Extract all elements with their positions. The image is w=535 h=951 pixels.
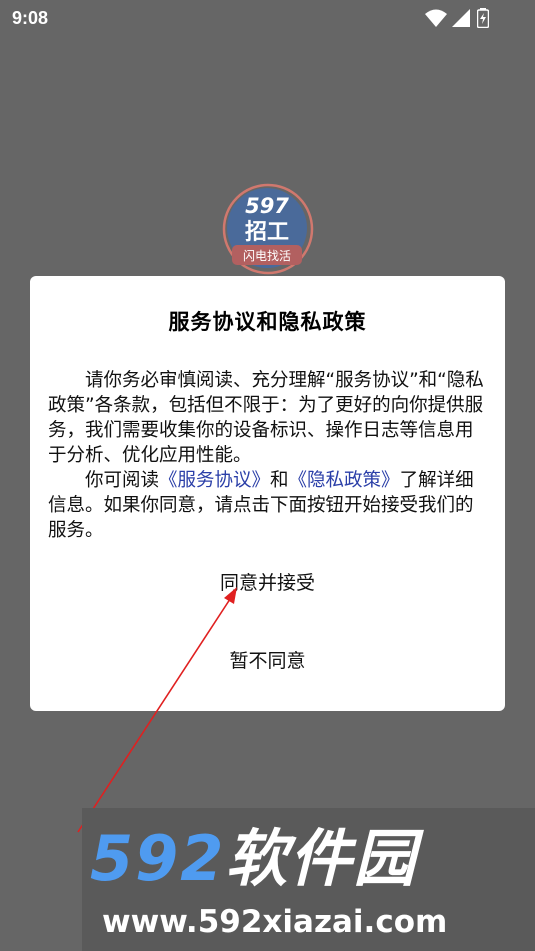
logo-tagline: 闪电找活 <box>243 249 291 263</box>
watermark-url: www.592xiazai.com <box>102 904 448 940</box>
dialog-body: 请你务必审慎阅读、充分理解“服务协议”和“隐私政策”各条款，包括但不限于：为了更… <box>48 368 490 543</box>
signal-icon <box>452 9 470 27</box>
dialog-title: 服务协议和隐私政策 <box>168 310 367 334</box>
app-logo: 597 招工 闪电找活 <box>222 183 314 275</box>
dialog-paragraph-1: 请你务必审慎阅读、充分理解“服务协议”和“隐私政策”各条款，包括但不限于：为了更… <box>48 370 484 466</box>
watermark-brand-text: 软件园 <box>225 822 418 895</box>
accept-button[interactable]: 同意并接受 <box>160 566 375 600</box>
decline-button[interactable]: 暂不同意 <box>160 644 375 678</box>
status-time: 9:08 <box>12 8 49 28</box>
wifi-icon <box>425 9 447 27</box>
logo-text: 招工 <box>245 220 289 245</box>
paragraph-2-intro: 你可阅读 <box>85 470 160 491</box>
paragraph-2-and: 和 <box>270 470 289 491</box>
dialog-paragraph-2: 你可阅读《服务协议》和《隐私政策》了解详细信息。如果你同意，请点击下面按钮开始接… <box>48 468 490 543</box>
watermark-brand: 592软件园 <box>90 824 530 894</box>
status-bar: 9:08 <box>0 0 535 36</box>
status-icons <box>425 8 495 30</box>
battery-charging-icon <box>477 8 489 28</box>
watermark-brand-number: 592 <box>90 822 226 895</box>
watermark-banner: 592软件园 www.592xiazai.com <box>82 808 535 951</box>
logo-number: 597 <box>245 194 289 218</box>
privacy-policy-link[interactable]: 《隐私政策》 <box>289 470 400 491</box>
terms-of-service-link[interactable]: 《服务协议》 <box>159 470 270 491</box>
privacy-dialog: 服务协议和隐私政策 请你务必审慎阅读、充分理解“服务协议”和“隐私政策”各条款，… <box>30 276 505 711</box>
